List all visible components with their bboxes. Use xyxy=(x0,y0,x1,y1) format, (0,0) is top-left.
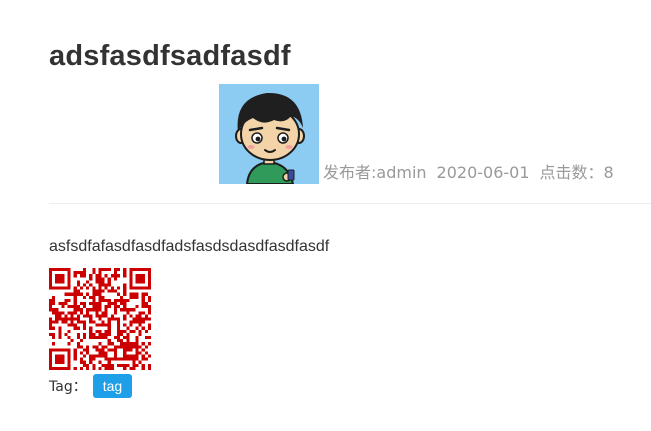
cartoon-boy-avatar-icon xyxy=(219,84,319,184)
publish-date: 2020-06-01 xyxy=(436,163,530,182)
divider xyxy=(49,203,651,204)
click-count: 点击数：8 xyxy=(539,163,614,182)
qr-code-icon xyxy=(49,268,151,370)
article-body: asfsdfafasdfasdfadsfasdsdasdfasdfasdf xyxy=(49,238,330,255)
article-title: adsfasdfsadfasdf xyxy=(49,40,291,72)
tag-label: Tag： xyxy=(49,379,87,395)
article-meta: 发布者:admin 2020-06-01 点击数：8 xyxy=(219,84,614,184)
tag-row: Tag： tag xyxy=(49,374,133,398)
tag-badge[interactable]: tag xyxy=(92,374,133,398)
publisher-label: 发布者:admin xyxy=(323,163,427,182)
